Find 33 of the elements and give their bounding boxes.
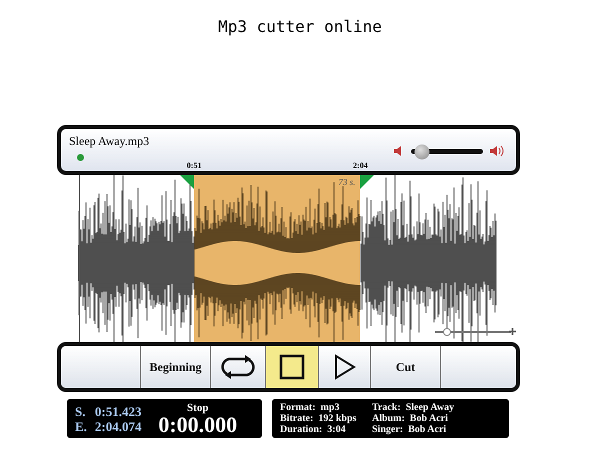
track-info-text: Album: Bob Acri: [372, 413, 449, 424]
end-time-label: 2:04: [353, 161, 368, 170]
end-prefix: E.: [75, 418, 87, 434]
track-info-text: Singer: Bob Acri: [372, 424, 448, 435]
playhead-handle[interactable]: [77, 154, 84, 161]
track-info-text: Track: Sleep Away: [372, 402, 456, 413]
track-info-text: Bitrate: 192 kbps: [280, 413, 358, 424]
loop-button[interactable]: [211, 346, 266, 388]
file-name: Sleep Away.mp3: [69, 134, 150, 149]
toolbar-button[interactable]: Beginning: [141, 346, 211, 388]
toolbar-button[interactable]: Cut: [371, 346, 441, 388]
play-button[interactable]: [319, 346, 371, 388]
stop-button[interactable]: [266, 346, 319, 388]
volume-thumb[interactable]: [414, 144, 430, 159]
track-info-text: Duration: 3:04: [280, 424, 347, 435]
page-title: Mp3 cutter online: [218, 17, 382, 37]
start-time: 0:51.423: [94, 404, 142, 418]
volume-low-icon: [394, 146, 402, 156]
player-state: Stop: [187, 402, 208, 414]
end-handle-icon[interactable]: [360, 175, 374, 189]
zoom-in-icon[interactable]: [509, 328, 516, 335]
zoom-slider[interactable]: [435, 328, 511, 336]
play-icon: [332, 354, 356, 380]
end-time: 2:04.074: [94, 418, 142, 434]
current-position: 0:00.000: [158, 414, 238, 436]
track-info-text: Format: mp3: [280, 402, 340, 413]
repeat-icon: [219, 354, 257, 380]
volume-high-icon: [490, 145, 505, 157]
zoom-thumb[interactable]: [443, 328, 452, 336]
selection-length: 73 s.: [338, 177, 356, 187]
start-time-label: 0:51: [186, 161, 202, 170]
stop-icon: [279, 354, 305, 380]
start-prefix: S.: [75, 404, 86, 418]
